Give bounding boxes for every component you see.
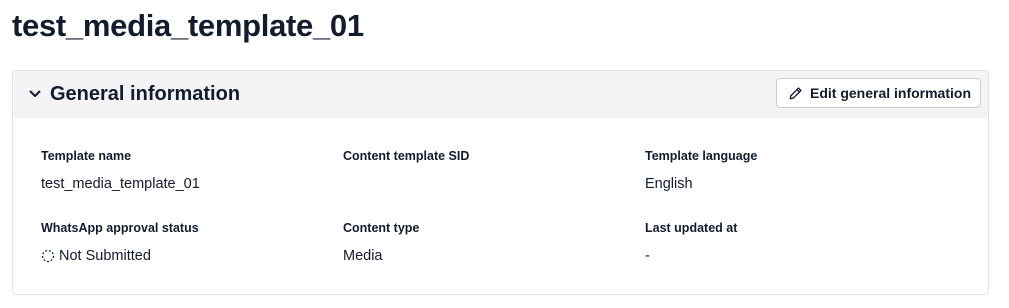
field-label: Content type (343, 221, 420, 235)
field-label: Content template SID (343, 149, 470, 163)
status-value: Not Submitted (41, 248, 321, 264)
field-label: Template language (645, 149, 758, 163)
section-title: General information (50, 82, 241, 105)
page: test_media_template_01 General informati… (0, 0, 1009, 308)
field-content-template-sid: Content template SID (343, 148, 623, 192)
general-information-toggle[interactable]: General information (27, 81, 240, 107)
field-label: Template name (41, 149, 132, 163)
card-header: General information Edit general informa… (13, 71, 988, 118)
status-text: Not Submitted (59, 248, 151, 264)
field-label: WhatsApp approval status (41, 221, 199, 235)
edit-button-label: Edit general information (809, 85, 971, 101)
field-value: test_media_template_01 (41, 176, 200, 192)
pencil-icon (788, 86, 803, 101)
field-template-language: Template language English (645, 148, 925, 192)
general-information-card: General information Edit general informa… (12, 70, 989, 295)
field-content-type: Content type Media (343, 220, 623, 264)
field-whatsapp-approval-status: WhatsApp approval status Not Submitted (41, 220, 321, 264)
field-last-updated-at: Last updated at - (645, 220, 925, 264)
chevron-down-icon (27, 86, 43, 102)
field-label: Last updated at (645, 221, 738, 235)
field-value: English (645, 176, 693, 192)
page-title: test_media_template_01 (12, 8, 364, 43)
field-value: - (645, 248, 650, 264)
status-not-submitted-icon (41, 249, 55, 263)
field-value: Media (343, 248, 383, 264)
edit-general-information-button[interactable]: Edit general information (775, 78, 981, 108)
field-template-name: Template name test_media_template_01 (41, 148, 321, 192)
field-value (343, 176, 623, 192)
